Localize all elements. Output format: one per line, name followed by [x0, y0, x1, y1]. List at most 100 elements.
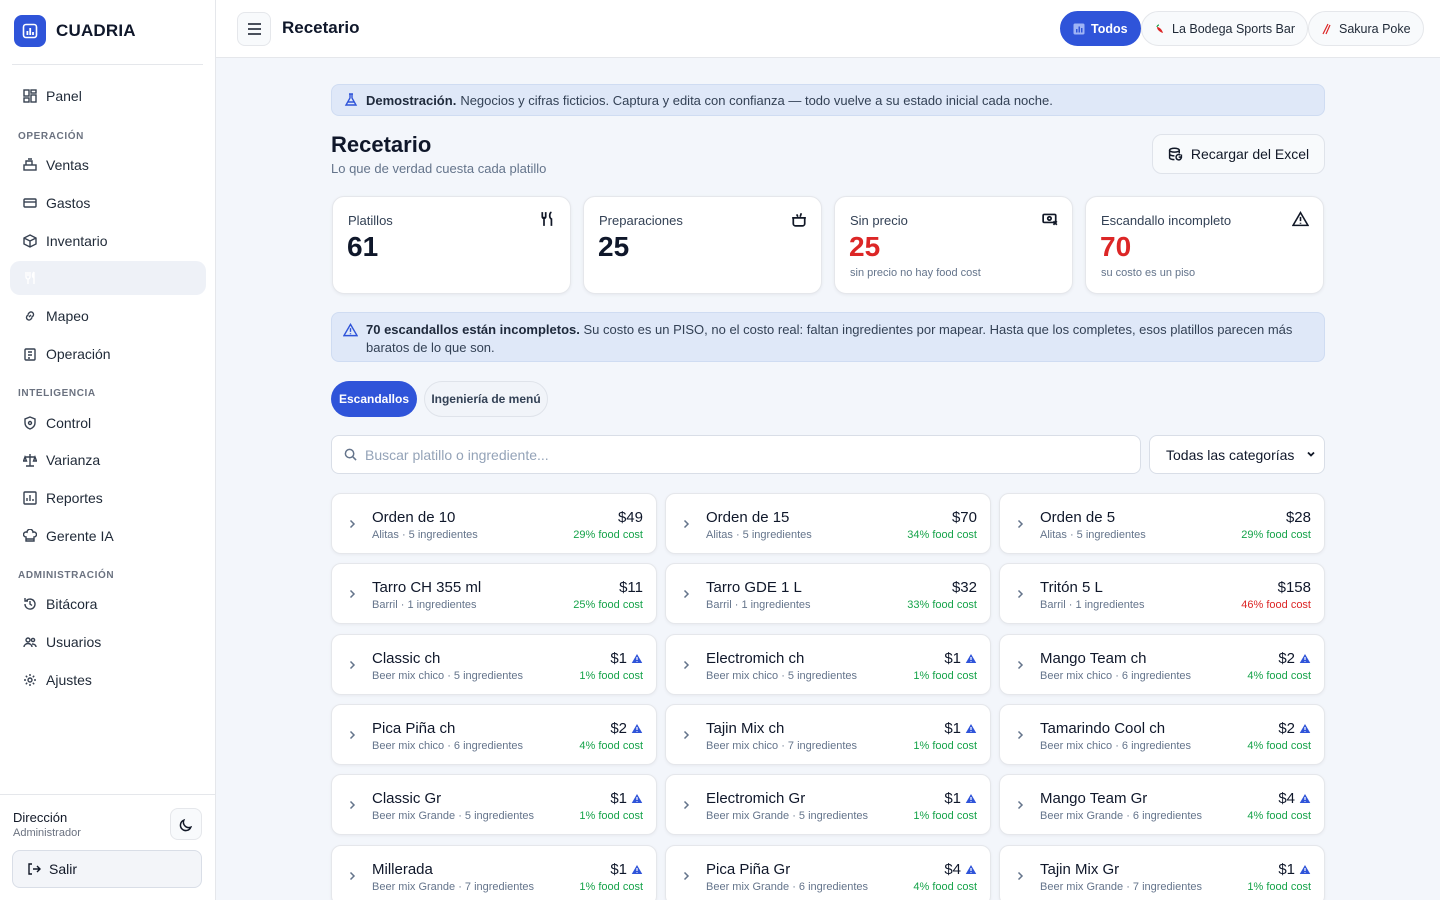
recipe-card[interactable]: Orden de 5 Alitas · 5 ingredientes $28 29% … — [999, 493, 1325, 554]
recipe-card[interactable]: Mango Team ch Beer mix chico · 6 ingredie… — [999, 634, 1325, 695]
recipe-card[interactable]: Tamarindo Cool ch Beer mix chico · 6 ingr… — [999, 704, 1325, 765]
recipe-meta: Barril · 1 ingredientes — [706, 599, 811, 611]
logout-button[interactable]: Salir — [12, 850, 202, 888]
utensils-icon — [22, 270, 38, 286]
incomplete-warning-icon — [965, 864, 977, 875]
brand-logo-icon — [14, 15, 46, 47]
brand[interactable]: CUADRIA — [0, 0, 215, 62]
main-content: Demostración. Negocios y cifras ficticio… — [216, 58, 1440, 900]
recipe-food-cost: 1% food cost — [579, 810, 643, 822]
recipe-card[interactable]: Electromich Gr Beer mix Grande · 5 ingred… — [665, 774, 991, 835]
business-filter-la-bodega[interactable]: La Bodega Sports Bar — [1141, 11, 1308, 46]
warning-icon — [1292, 211, 1309, 227]
stat-label: Preparaciones — [599, 213, 683, 228]
recipe-price: $4 — [1278, 790, 1311, 807]
recipe-food-cost: 34% food cost — [907, 529, 977, 541]
recipe-card[interactable]: Pica Piña Gr Beer mix Grande · 6 ingredie… — [665, 845, 991, 900]
tab-ingenieria-menu[interactable]: Ingeniería de menú — [424, 381, 548, 417]
sidebar-item-panel[interactable]: Panel — [10, 79, 206, 113]
recipe-food-cost: 4% food cost — [1247, 670, 1311, 682]
demo-banner: Demostración. Negocios y cifras ficticio… — [331, 84, 1325, 116]
sidebar-item-inventario[interactable]: Inventario — [10, 224, 206, 258]
recipe-food-cost: 25% food cost — [573, 599, 643, 611]
chevron-right-icon — [348, 730, 356, 740]
sidebar-item-ventas[interactable]: Ventas — [10, 148, 206, 182]
recipe-food-cost: 4% food cost — [579, 740, 643, 752]
search-input[interactable] — [365, 446, 1125, 463]
incomplete-warning-icon — [631, 793, 643, 804]
recipe-name: Tarro GDE 1 L — [706, 579, 802, 596]
stat-platillos: Platillos 61 — [332, 196, 571, 294]
recipe-card[interactable]: Tarro CH 355 ml Barril · 1 ingredientes $1… — [331, 563, 657, 624]
recipe-card[interactable]: Tajin Mix ch Beer mix chico · 7 ingredien… — [665, 704, 991, 765]
sidebar-item-recetario[interactable]: Recetario — [10, 261, 206, 295]
stat-sin-precio: Sin precio 25 sin precio no hay food cos… — [834, 196, 1073, 294]
recipe-card[interactable]: Millerada Beer mix Grande · 7 ingrediente… — [331, 845, 657, 900]
chevron-right-icon — [1016, 730, 1024, 740]
sidebar-item-gerente-ia[interactable]: Gerente IA — [10, 519, 206, 553]
recipe-price: $2 — [1278, 720, 1311, 737]
recipe-card[interactable]: Classic ch Beer mix chico · 5 ingrediente… — [331, 634, 657, 695]
recipe-card[interactable]: Orden de 15 Alitas · 5 ingredientes $70 34%… — [665, 493, 991, 554]
recipe-card[interactable]: Tarro GDE 1 L Barril · 1 ingredientes $32 3… — [665, 563, 991, 624]
cooking-pot-icon — [791, 211, 807, 227]
recipe-price-value: $1 — [944, 650, 961, 667]
chevron-right-icon — [682, 730, 690, 740]
history-icon — [22, 596, 38, 612]
recipe-price: $1 — [610, 650, 643, 667]
recipe-name: Tajin Mix ch — [706, 720, 785, 737]
warning-icon — [343, 323, 358, 337]
stat-note: sin precio no hay food cost — [850, 267, 981, 279]
recipe-card[interactable]: Tritón 5 L Barril · 1 ingredientes $158 46%… — [999, 563, 1325, 624]
theme-toggle-button[interactable] — [170, 808, 202, 840]
sidebar-item-ajustes[interactable]: Ajustes — [10, 663, 206, 697]
page-subtitle: Lo que de verdad cuesta cada platillo — [331, 161, 547, 176]
business-filter-todos[interactable]: Todos — [1060, 11, 1141, 46]
recipe-card[interactable]: Tajin Mix Gr Beer mix Grande · 7 ingredie… — [999, 845, 1325, 900]
recipe-meta: Alitas · 5 ingredientes — [706, 529, 812, 541]
sidebar-item-label: Inventario — [46, 233, 108, 249]
chopsticks-icon — [1321, 23, 1333, 35]
recipe-card[interactable]: Orden de 10 Alitas · 5 ingredientes $49 29%… — [331, 493, 657, 554]
recipe-card[interactable]: Electromich ch Beer mix chico · 5 ingredi… — [665, 634, 991, 695]
recipe-meta: Beer mix Grande · 6 ingredientes — [1040, 810, 1203, 822]
topbar-title: Recetario — [282, 18, 360, 37]
sidebar-item-mapeo[interactable]: Mapeo — [10, 299, 206, 333]
recipe-meta: Alitas · 5 ingredientes — [372, 529, 478, 541]
sidebar-item-usuarios[interactable]: Usuarios — [10, 625, 206, 659]
recipe-meta: Barril · 1 ingredientes — [1040, 599, 1145, 611]
recipe-card[interactable]: Classic Gr Beer mix Grande · 5 ingredient… — [331, 774, 657, 835]
recipe-name: Classic ch — [372, 650, 441, 667]
recipe-food-cost: 1% food cost — [913, 670, 977, 682]
sidebar-item-gastos[interactable]: Gastos — [10, 186, 206, 220]
warning-bold: 70 escandallos están incompletos. — [366, 322, 580, 337]
no-price-icon — [1042, 211, 1058, 227]
business-label: Sakura Poke — [1339, 21, 1411, 36]
recipe-card[interactable]: Mango Team Gr Beer mix Grande · 6 ingredi… — [999, 774, 1325, 835]
sidebar-item-varianza[interactable]: Varianza — [10, 443, 206, 477]
category-select[interactable]: Todas las categorías — [1149, 435, 1325, 474]
menu-toggle-button[interactable] — [237, 12, 271, 46]
reload-excel-button[interactable]: Recargar del Excel — [1152, 134, 1325, 174]
sidebar-item-reportes[interactable]: Reportes — [10, 481, 206, 515]
recipe-price-value: $1 — [944, 720, 961, 737]
recipe-name: Electromich Gr — [706, 790, 806, 807]
sidebar-item-operacion[interactable]: Operación — [10, 337, 206, 371]
brand-name: CUADRIA — [56, 21, 136, 40]
recipe-card[interactable]: Pica Piña ch Beer mix chico · 6 ingredien… — [331, 704, 657, 765]
tab-escandallos[interactable]: Escandallos — [331, 381, 417, 417]
recipe-price: $70 — [952, 509, 977, 526]
scale-icon — [22, 452, 38, 468]
sidebar-item-label: Ventas — [46, 157, 89, 173]
recipe-price: $2 — [610, 720, 643, 737]
recipe-meta: Beer mix chico · 6 ingredientes — [1040, 670, 1192, 682]
sidebar-item-control[interactable]: Control — [10, 406, 206, 440]
recipe-name: Orden de 15 — [706, 509, 790, 526]
stat-preparaciones: Preparaciones 25 — [583, 196, 822, 294]
chevron-right-icon — [348, 800, 356, 810]
recipe-meta: Beer mix chico · 6 ingredientes — [372, 740, 524, 752]
section-operacion: OPERACIÓN — [18, 131, 84, 142]
business-filter-sakura-poke[interactable]: Sakura Poke — [1308, 11, 1424, 46]
sidebar-item-label: Control — [46, 415, 92, 431]
sidebar-item-bitacora[interactable]: Bitácora — [10, 587, 206, 621]
